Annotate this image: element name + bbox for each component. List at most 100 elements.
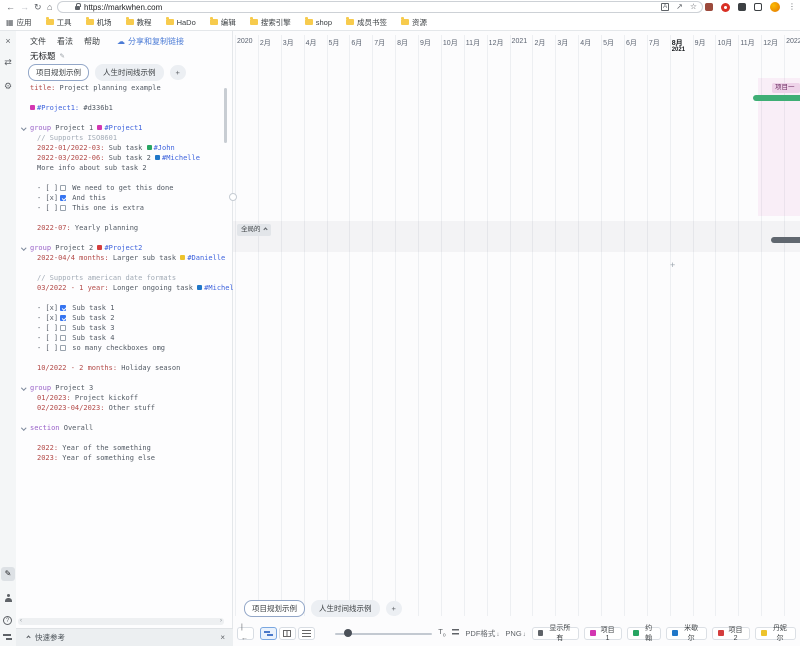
back-icon[interactable]: ← bbox=[6, 0, 15, 14]
code-line[interactable]: 2022-01/2022-03: Sub task #John bbox=[16, 143, 226, 153]
code-line[interactable]: 10/2022 - 2 months: Holiday season bbox=[16, 363, 226, 373]
code-line[interactable]: - [ ] We need to get this done bbox=[16, 183, 226, 193]
adblock-extension-icon[interactable] bbox=[721, 3, 730, 12]
document-title[interactable]: 无标题 bbox=[30, 50, 56, 62]
address-bar[interactable]: https://markwhen.com A ↗ ☆ bbox=[57, 1, 703, 13]
code-line[interactable]: 01/2023: Project kickoff bbox=[16, 393, 226, 403]
share-copy-link-button[interactable]: ☁ 分享和复制链接 bbox=[117, 36, 184, 47]
row-height-icon[interactable] bbox=[452, 629, 460, 637]
browser-menu-icon[interactable]: ⋮ bbox=[788, 2, 796, 12]
bookmark-item[interactable]: 成员书签 bbox=[346, 17, 387, 28]
checkbox[interactable] bbox=[60, 305, 66, 311]
code-line[interactable]: - [x] And this bbox=[16, 193, 226, 203]
menu-item[interactable]: 看法 bbox=[57, 36, 73, 47]
menu-item[interactable]: 文件 bbox=[30, 36, 46, 47]
checkbox[interactable] bbox=[60, 185, 66, 191]
editor-vertical-scrollbar[interactable] bbox=[224, 88, 227, 143]
legend-item[interactable]: 约翰 bbox=[627, 627, 661, 640]
timeline-new-tab-button[interactable]: + bbox=[386, 601, 402, 616]
settings-gear-icon[interactable]: ⚙ bbox=[0, 81, 16, 92]
code-line[interactable]: - [ ] This one is extra bbox=[16, 203, 226, 213]
download-png-button[interactable]: PNG bbox=[505, 629, 525, 638]
code-line[interactable]: 2023: Year of something else bbox=[16, 453, 226, 463]
bookmark-item[interactable]: 工具 bbox=[46, 17, 72, 28]
code-line[interactable] bbox=[16, 373, 226, 383]
code-line[interactable]: group Project 3 bbox=[16, 383, 226, 393]
editor-tab[interactable]: 人生时间线示例 bbox=[95, 64, 164, 81]
reload-icon[interactable]: ↻ bbox=[34, 0, 42, 14]
code-line[interactable]: // Supports american date formats bbox=[16, 273, 226, 283]
bookmark-item[interactable]: 资源 bbox=[401, 17, 427, 28]
code-line[interactable]: 02/2023-04/2023: Other stuff bbox=[16, 403, 226, 413]
code-area[interactable]: title: Project planning example#Project1… bbox=[16, 83, 226, 463]
edit-mode-button[interactable]: ✎ bbox=[1, 567, 15, 581]
code-line[interactable]: section Overall bbox=[16, 423, 226, 433]
code-line[interactable]: 2022-03/2022-06: Sub task 2 #Michelle bbox=[16, 153, 226, 163]
rename-pencil-icon[interactable]: ✎ bbox=[60, 52, 65, 60]
code-line[interactable]: #Project1: #d336b1 bbox=[16, 103, 226, 113]
help-icon[interactable]: ? bbox=[3, 616, 12, 625]
bookmark-item[interactable]: ▦应用 bbox=[6, 17, 32, 28]
download-pdf-button[interactable]: PDF格式 bbox=[465, 628, 499, 639]
forward-icon[interactable]: → bbox=[20, 0, 29, 14]
editor-horizontal-scrollbar[interactable]: ‹ › bbox=[18, 618, 224, 625]
panel-divider-handle[interactable] bbox=[229, 193, 237, 201]
checkbox[interactable] bbox=[60, 325, 66, 331]
timeline-tab[interactable]: 项目规划示例 bbox=[244, 600, 305, 617]
editor-tab[interactable]: 项目规划示例 bbox=[28, 64, 89, 81]
bookmark-item[interactable]: 机场 bbox=[86, 17, 112, 28]
profile-avatar[interactable] bbox=[770, 2, 780, 12]
jump-to-start-button[interactable]: |← bbox=[237, 627, 254, 640]
bookmark-item[interactable]: 搜索引擎 bbox=[250, 17, 291, 28]
code-line[interactable]: 2022-07: Yearly planning bbox=[16, 223, 226, 233]
code-line[interactable] bbox=[16, 263, 226, 273]
code-line[interactable]: - [x] Sub task 2 bbox=[16, 313, 226, 323]
list-view-button[interactable] bbox=[298, 627, 315, 640]
code-line[interactable] bbox=[16, 353, 226, 363]
code-line[interactable]: More info about sub task 2 bbox=[16, 163, 226, 173]
code-line[interactable]: 2022: Year of the something bbox=[16, 443, 226, 453]
home-icon[interactable]: ⌂ bbox=[47, 0, 52, 14]
collapse-caret-icon[interactable] bbox=[21, 385, 26, 390]
close-quick-reference-icon[interactable]: × bbox=[220, 633, 225, 642]
close-panel-icon[interactable]: × bbox=[0, 36, 16, 46]
pan-resize-icon[interactable]: ⇄ bbox=[0, 57, 16, 68]
bookmark-item[interactable]: 编辑 bbox=[210, 17, 236, 28]
collapse-caret-icon[interactable] bbox=[21, 425, 26, 430]
tab-square-icon[interactable] bbox=[754, 3, 762, 11]
checkbox[interactable] bbox=[60, 315, 66, 321]
code-line[interactable] bbox=[16, 293, 226, 303]
legend-item[interactable]: 项目1 bbox=[584, 627, 622, 640]
code-line[interactable]: 03/2022 - 1 year: Longer ongoing task #M… bbox=[16, 283, 226, 293]
checkbox[interactable] bbox=[60, 195, 66, 201]
account-icon[interactable] bbox=[4, 594, 12, 602]
zoom-slider-handle[interactable] bbox=[344, 629, 352, 637]
bookmark-star-icon[interactable]: ☆ bbox=[690, 2, 697, 12]
legend-item[interactable]: 丹妮尔 bbox=[755, 627, 796, 640]
legend-item[interactable]: 米歇尔 bbox=[666, 627, 707, 640]
legend-item[interactable]: 项目2 bbox=[712, 627, 750, 640]
code-line[interactable]: group Project 2 #Project2 bbox=[16, 243, 226, 253]
code-line[interactable]: - [x] Sub task 1 bbox=[16, 303, 226, 313]
code-line[interactable]: group Project 1 #Project1 bbox=[16, 123, 226, 133]
url-text[interactable]: https://markwhen.com bbox=[84, 3, 162, 12]
code-line[interactable]: // Supports ISO8601 bbox=[16, 133, 226, 143]
scroll-left-icon[interactable]: ‹ bbox=[20, 618, 22, 625]
quick-reference-bar[interactable]: 快速参考 × bbox=[16, 628, 233, 646]
timeline-view-icon[interactable] bbox=[3, 634, 13, 641]
code-line[interactable] bbox=[16, 433, 226, 443]
gantt-view-button[interactable] bbox=[260, 627, 277, 640]
project1-group-label[interactable]: 项目一 bbox=[772, 83, 800, 93]
checkbox[interactable] bbox=[60, 345, 66, 351]
extensions-puzzle-icon[interactable] bbox=[738, 3, 746, 11]
checkbox[interactable] bbox=[60, 335, 66, 341]
translate-icon[interactable]: A bbox=[661, 3, 669, 11]
menu-item[interactable]: 帮助 bbox=[84, 36, 100, 47]
code-line[interactable]: 2022-04/4 months: Larger sub task #Danie… bbox=[16, 253, 226, 263]
zoom-slider[interactable] bbox=[335, 627, 433, 640]
code-line[interactable] bbox=[16, 113, 226, 123]
subtask-john-event-bar[interactable] bbox=[753, 95, 800, 101]
send-icon[interactable]: ↗ bbox=[676, 2, 683, 12]
code-line[interactable]: - [ ] Sub task 3 bbox=[16, 323, 226, 333]
code-line[interactable]: - [ ] Sub task 4 bbox=[16, 333, 226, 343]
